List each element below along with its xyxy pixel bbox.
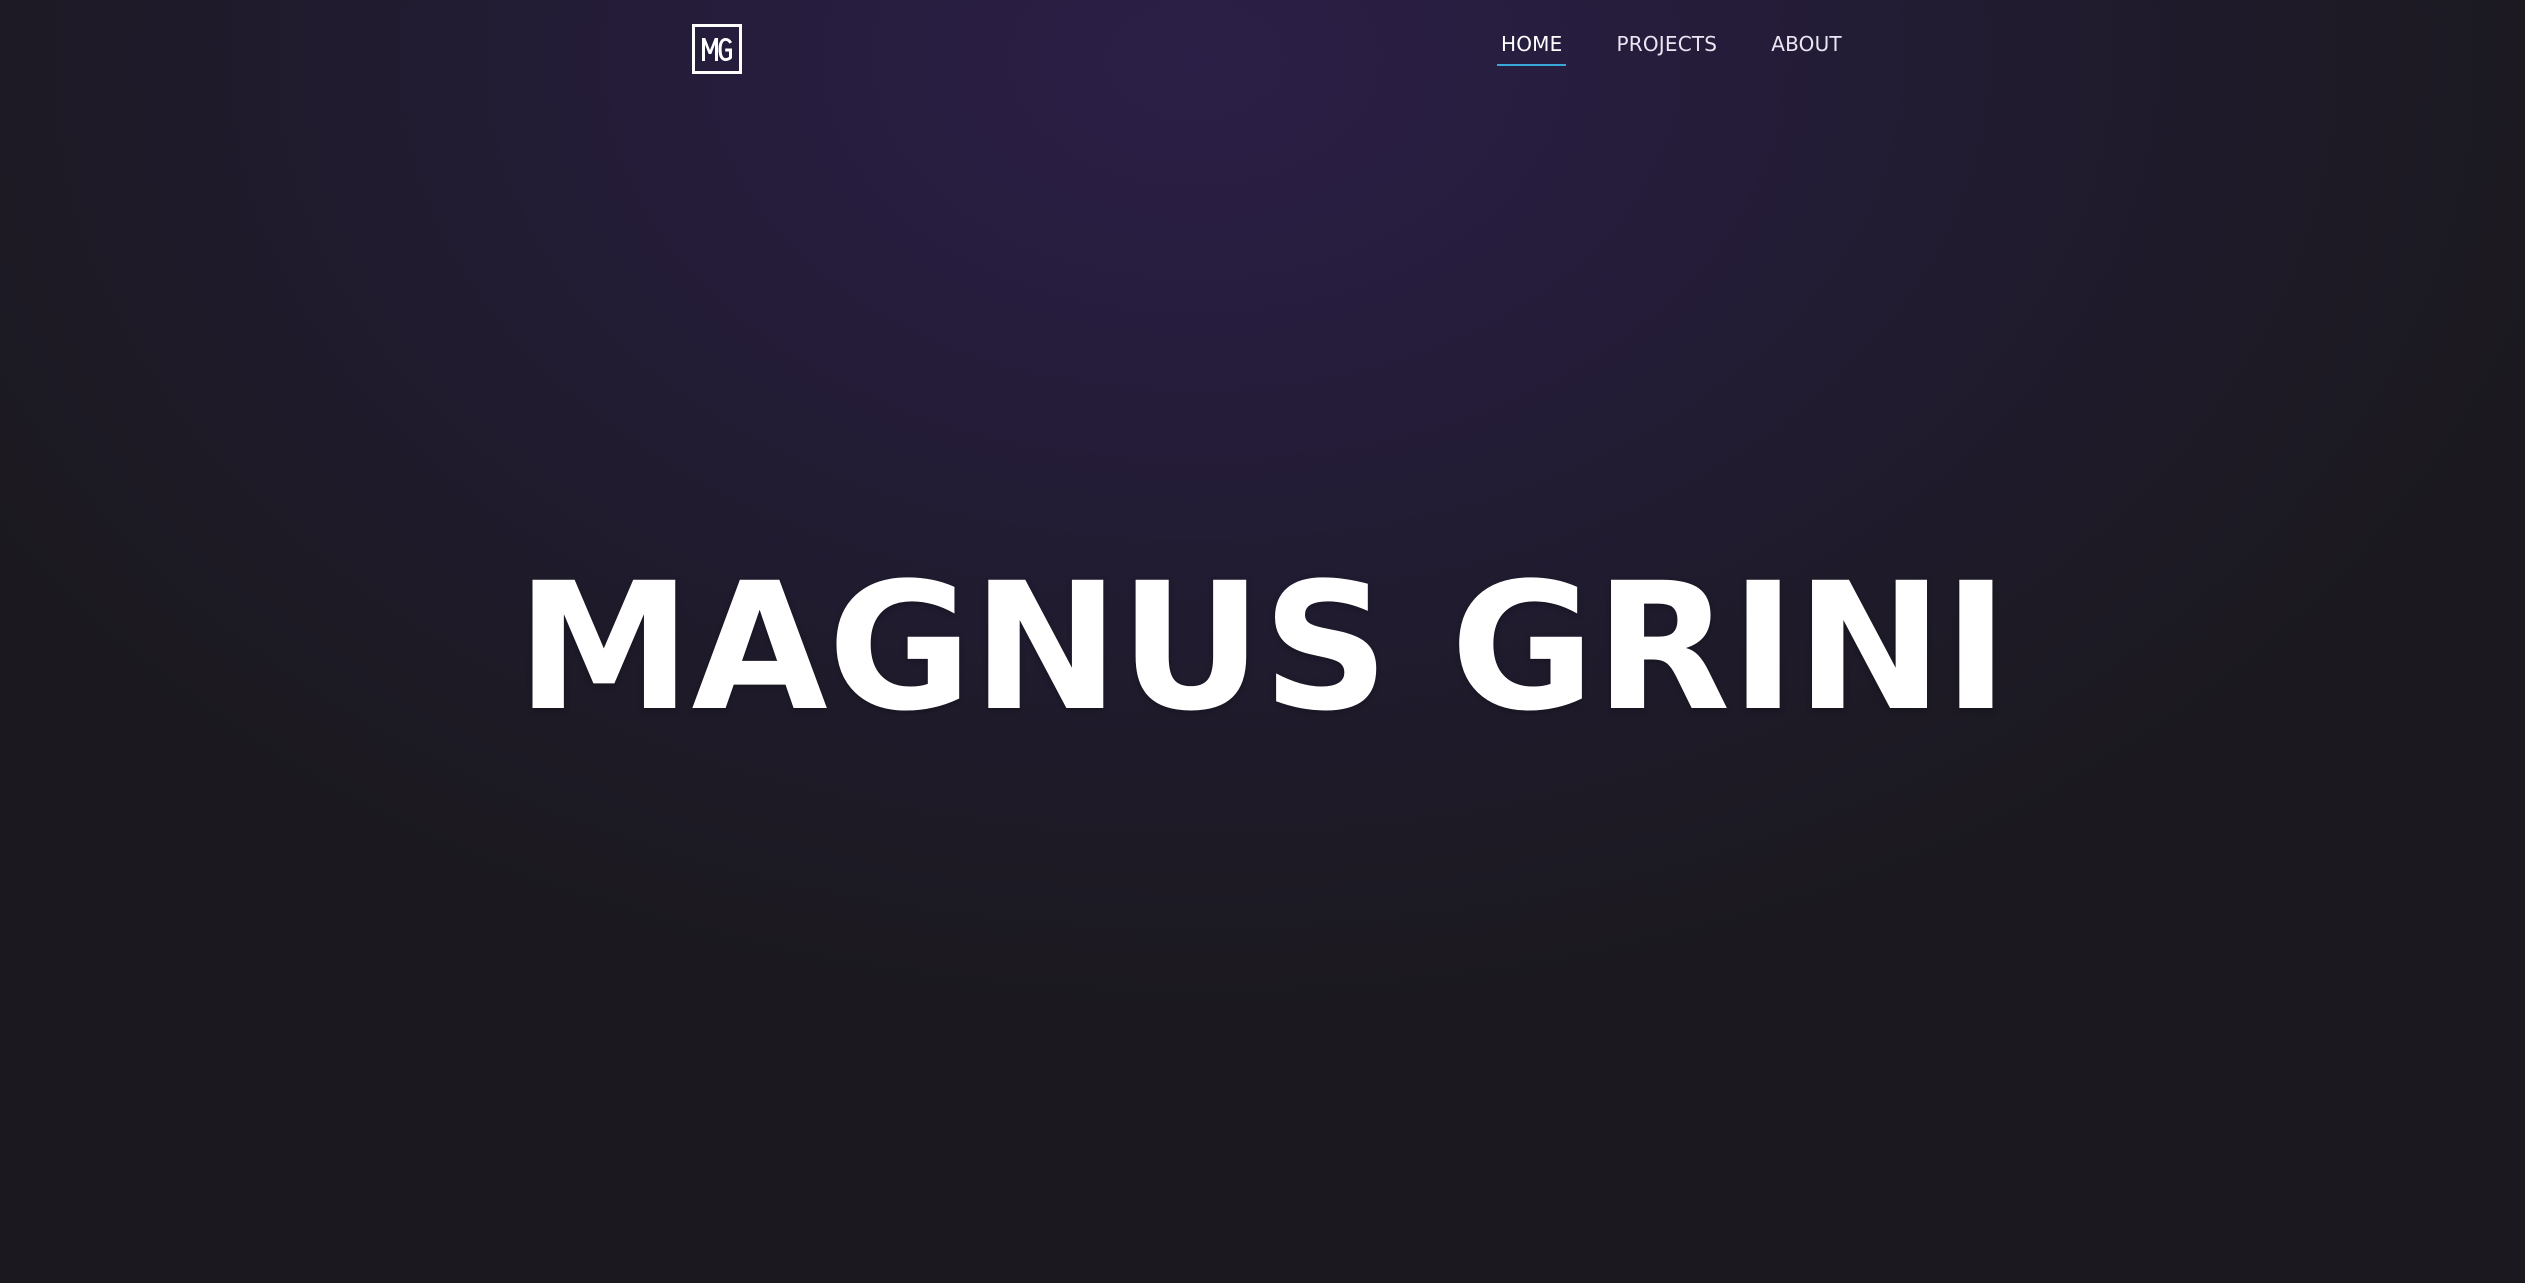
hero-section: MAGNUS GRINI [0, 560, 2525, 736]
hero-title: MAGNUS GRINI [516, 545, 2009, 750]
nav-links: HOME PROJECTS ABOUT [1495, 30, 1848, 66]
mg-monogram-icon [702, 38, 732, 61]
mg-logo-icon[interactable] [692, 24, 742, 74]
nav-item-about[interactable]: ABOUT [1765, 30, 1848, 66]
nav-item-projects[interactable]: PROJECTS [1610, 30, 1723, 66]
nav-item-home[interactable]: HOME [1495, 30, 1568, 66]
top-navigation-bar: HOME PROJECTS ABOUT [0, 0, 2525, 92]
